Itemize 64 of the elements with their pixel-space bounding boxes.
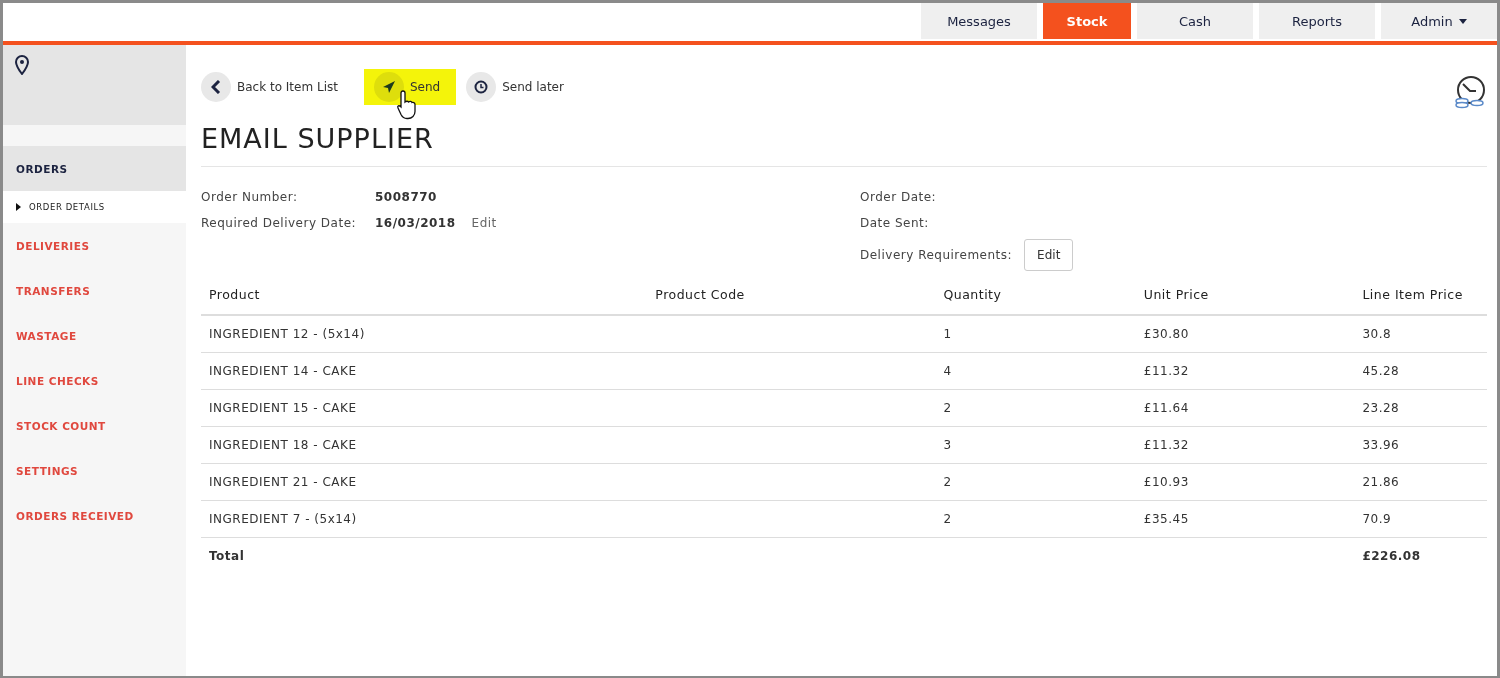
- table-cell: 21.86: [1354, 463, 1487, 500]
- triangle-right-icon: [16, 203, 21, 211]
- sidebar-item[interactable]: ORDERS RECEIVED: [3, 493, 186, 538]
- table-cell: INGREDIENT 15 - CAKE: [201, 389, 648, 426]
- field-label: Order Number:: [201, 190, 299, 204]
- table-cell: 3: [935, 426, 1136, 463]
- table-cell: 2: [935, 463, 1136, 500]
- nav-tab[interactable]: Admin: [1381, 3, 1497, 39]
- map-pin-icon[interactable]: [15, 55, 29, 75]
- sidebar-item[interactable]: WASTAGE: [3, 313, 186, 358]
- caret-down-icon: [1458, 18, 1467, 24]
- clock-coins-icon: [1453, 75, 1487, 109]
- table-cell: INGREDIENT 21 - CAKE: [201, 463, 648, 500]
- edit-link[interactable]: Edit: [471, 216, 497, 230]
- table-cell: £11.32: [1135, 426, 1355, 463]
- table-cell: 1: [935, 315, 1136, 352]
- later-button[interactable]: Send later: [466, 69, 580, 105]
- field-value: 16/03/2018: [375, 216, 456, 230]
- sidebar-item[interactable]: TRANSFERS: [3, 268, 186, 313]
- total-value: £226.08: [1354, 537, 1487, 574]
- table-cell: 23.28: [1354, 389, 1487, 426]
- table-cell: 30.8: [1354, 315, 1487, 352]
- sidebar-item[interactable]: LINE CHECKS: [3, 358, 186, 403]
- nav-tab[interactable]: Reports: [1259, 3, 1375, 39]
- sidebar-item[interactable]: DELIVERIES: [3, 223, 186, 268]
- sidebar-item[interactable]: STOCK COUNT: [3, 403, 186, 448]
- nav-tab[interactable]: Cash: [1137, 3, 1253, 39]
- field-label: Order Date:: [860, 190, 937, 204]
- page-title: EMAIL SUPPLIER: [201, 123, 1487, 167]
- table-cell: £11.32: [1135, 352, 1355, 389]
- field-value: 5008770: [375, 190, 437, 204]
- table-cell: £10.93: [1135, 463, 1355, 500]
- field-label: Delivery Requirements:: [860, 248, 1013, 262]
- column-header: Product: [201, 275, 648, 315]
- send-button[interactable]: Send: [363, 69, 457, 105]
- table-cell: INGREDIENT 12 - (5x14): [201, 315, 648, 352]
- table-cell: £30.80: [1135, 315, 1355, 352]
- table-cell: 70.9: [1354, 500, 1487, 537]
- nav-tab[interactable]: Messages: [921, 3, 1037, 39]
- field-label: Date Sent:: [860, 216, 929, 230]
- table-cell: 2: [935, 389, 1136, 426]
- table-cell: £11.64: [1135, 389, 1355, 426]
- sidebar-subitem[interactable]: ORDER DETAILS: [3, 191, 186, 223]
- sidebar-item[interactable]: SETTINGS: [3, 448, 186, 493]
- paper-plane-icon: [381, 80, 396, 94]
- table-cell: 4: [935, 352, 1136, 389]
- field-label: Required Delivery Date:: [201, 216, 358, 230]
- column-header: Line Item Price: [1354, 275, 1487, 315]
- table-cell: 2: [935, 500, 1136, 537]
- column-header: Unit Price: [1135, 275, 1355, 315]
- table-cell: 33.96: [1354, 426, 1487, 463]
- back-button[interactable]: Back to Item List: [201, 69, 354, 105]
- table-cell: INGREDIENT 18 - CAKE: [201, 426, 648, 463]
- chevron-left-icon: [211, 80, 221, 94]
- table-cell: INGREDIENT 14 - CAKE: [201, 352, 648, 389]
- table-cell: £35.45: [1135, 500, 1355, 537]
- sidebar-item[interactable]: ORDERS: [3, 146, 186, 191]
- table-cell: 45.28: [1354, 352, 1487, 389]
- edit-button[interactable]: Edit: [1024, 239, 1074, 271]
- column-header: Product Code: [647, 275, 936, 315]
- total-label: Total: [201, 537, 648, 574]
- table-cell: INGREDIENT 7 - (5x14): [201, 500, 648, 537]
- clock-icon: [474, 80, 489, 94]
- column-header: Quantity: [935, 275, 1136, 315]
